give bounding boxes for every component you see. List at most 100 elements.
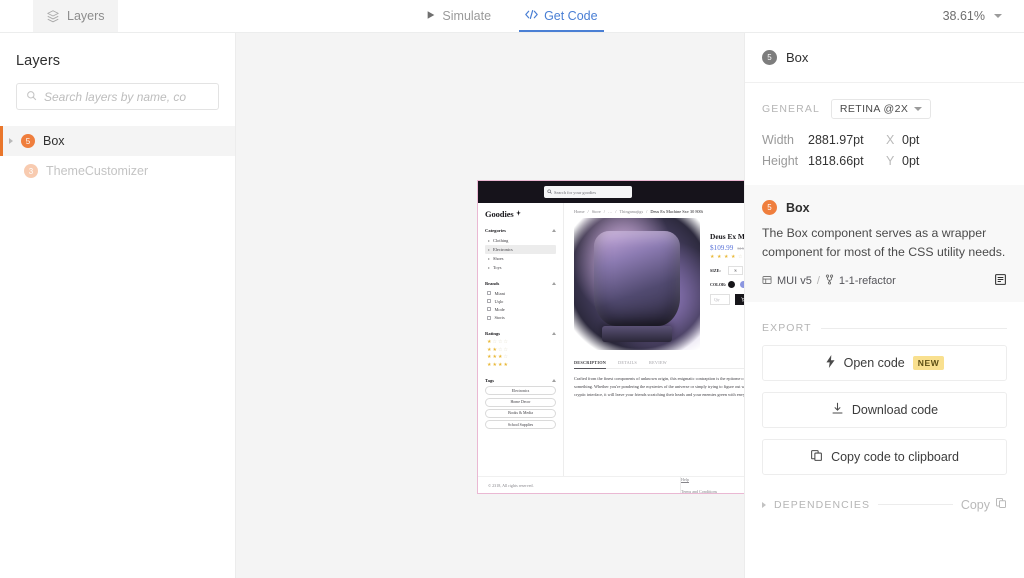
layer-row-box[interactable]: 5 Box (0, 126, 235, 156)
layers-panel: Layers Search layers by name, co 5 Box 3… (0, 33, 236, 578)
search-layers-input[interactable]: Search layers by name, co (16, 83, 219, 110)
shop-search-input[interactable]: Search for your goodies (544, 186, 632, 198)
copy-code-button[interactable]: Copy code to clipboard (762, 439, 1007, 476)
rating-option-2[interactable]: ★ ★ ☆ ☆ (485, 346, 556, 354)
chevron-right-icon[interactable] (9, 138, 13, 144)
color-swatch-blue[interactable] (740, 281, 744, 288)
ratings-section-header[interactable]: Ratings (485, 331, 556, 336)
copy-dependencies-button[interactable]: Copy (961, 497, 1007, 512)
tab-get-code-label: Get Code (544, 9, 598, 23)
star-icon: ★ (487, 339, 492, 346)
star-icon: ☆ (492, 339, 497, 346)
categories-section-header[interactable]: Categories (485, 228, 556, 233)
checkbox-icon[interactable] (487, 315, 491, 320)
color-swatch-black[interactable] (728, 281, 735, 288)
star-icon: ☆ (497, 346, 503, 353)
main-body: Layers Search layers by name, co 5 Box 3… (0, 33, 1024, 578)
brand-item[interactable]: Mode (485, 305, 556, 313)
rating-option-3[interactable]: ★ ★ ★ ☆ (485, 354, 556, 362)
width-value[interactable]: 2881.97pt (808, 133, 886, 147)
breadcrumb-item[interactable]: Thingamajigs (620, 209, 644, 214)
zoom-level-label: 38.61% (942, 9, 985, 23)
copyright-label: © 2318, All rights reserved. (488, 482, 534, 488)
tag-pill[interactable]: School Supplies (485, 420, 556, 430)
checkbox-icon[interactable] (487, 307, 491, 312)
category-item-selected[interactable]: Electronics (485, 245, 556, 254)
size-option-s[interactable]: S (728, 266, 743, 275)
tab-description[interactable]: DESCRIPTION (574, 360, 607, 369)
brand-item[interactable]: Uqlo (485, 297, 556, 305)
checkbox-icon[interactable] (487, 291, 491, 296)
download-code-button[interactable]: Download code (762, 392, 1007, 429)
chevron-up-icon[interactable] (552, 229, 556, 232)
artboard-preview[interactable]: Search for your goodies Goodies Categori… (477, 180, 744, 494)
top-tabs: Simulate Get Code (0, 0, 1024, 32)
breadcrumb-ellipsis[interactable]: … (608, 209, 612, 214)
layers-tab[interactable]: Layers (33, 0, 118, 32)
chevron-down-icon[interactable] (994, 14, 1002, 18)
cart-icon (741, 296, 744, 303)
help-link[interactable]: Help (681, 477, 744, 482)
rating-option-4[interactable]: ★ ★ ★ ★ (485, 362, 556, 370)
shop-logo-label: Goodies (485, 209, 514, 219)
height-value[interactable]: 1818.66pt (808, 154, 886, 168)
shop-logo[interactable]: Goodies (485, 209, 556, 219)
rating-option-1[interactable]: ★ ☆ ☆ ☆ (485, 339, 556, 347)
design-canvas[interactable]: Search for your goodies Goodies Categori… (236, 33, 744, 578)
y-value[interactable]: 0pt (902, 154, 919, 168)
chevron-up-icon[interactable] (552, 331, 556, 335)
product-price: $109.99 (710, 244, 734, 252)
chevron-up-icon[interactable] (552, 282, 556, 285)
category-item[interactable]: Clothing (485, 236, 556, 245)
star-icon: ★ (492, 354, 497, 361)
layer-label: ThemeCustomizer (46, 164, 149, 178)
height-row: Height 1818.66pt Y 0pt (762, 150, 1007, 171)
dependencies-section[interactable]: DEPENDENCIES Copy (745, 497, 1024, 512)
tag-pill[interactable]: Books & Media (485, 408, 556, 419)
component-meta-row: MUI v5 / 1-1-refactor (762, 273, 1007, 289)
size-selector: SIZE: S M (710, 266, 744, 275)
breadcrumb-item[interactable]: Home (574, 209, 585, 214)
document-icon[interactable] (994, 273, 1007, 289)
shop-search-placeholder: Search for your goodies (554, 189, 597, 195)
chevron-up-icon[interactable] (552, 379, 556, 383)
add-to-cart-button[interactable]: ADD TO CART (735, 294, 744, 305)
checkbox-icon[interactable] (487, 299, 491, 304)
tags-section-header[interactable]: Tags (485, 378, 556, 383)
tag-pill[interactable]: Home Decor (485, 397, 556, 407)
library-label: MUI v5 (777, 275, 812, 288)
brands-section-header[interactable]: Brands (485, 281, 556, 286)
breadcrumb-item[interactable]: Store (592, 209, 601, 214)
brand-item[interactable]: Miani (485, 289, 556, 297)
layer-row-themecustomizer[interactable]: 3 ThemeCustomizer (0, 156, 235, 186)
star-icon: ★ (497, 361, 503, 368)
star-icon: ☆ (503, 339, 508, 346)
tab-simulate[interactable]: Simulate (420, 0, 497, 32)
copy-code-label: Copy code to clipboard (831, 450, 959, 465)
layers-search-wrap: Search layers by name, co (0, 69, 235, 110)
brand-item[interactable]: Storis (485, 314, 556, 322)
chevron-right-icon[interactable] (762, 501, 766, 508)
layer-label: Box (43, 134, 65, 148)
quantity-input[interactable]: Qty (710, 294, 730, 305)
x-label: X (886, 132, 895, 147)
open-code-button[interactable]: Open code NEW (762, 345, 1007, 382)
category-item[interactable]: Shoes (485, 254, 556, 263)
height-label: Height (762, 153, 799, 168)
x-value[interactable]: 0pt (902, 133, 919, 147)
tab-details[interactable]: DETAILS (618, 360, 637, 368)
export-section: EXPORT Open code NEW Download code Copy … (745, 302, 1024, 476)
zoom-control[interactable]: 38.61% (943, 0, 1002, 32)
chevron-down-icon (914, 107, 923, 111)
resolution-dropdown[interactable]: RETINA @2X (830, 99, 932, 119)
category-item[interactable]: Toys (485, 263, 556, 272)
star-icon: ★ (503, 361, 508, 368)
tab-review[interactable]: REVIEW (649, 360, 667, 368)
terms-link[interactable]: Terms and Conditions (681, 489, 744, 494)
brands-label: Brands (485, 281, 500, 286)
branch-label: 1-1-refactor (838, 275, 896, 288)
tag-pill[interactable]: Electronics (485, 386, 556, 396)
star-icon: ★ (487, 346, 492, 353)
cart-row: Qty ADD TO CART (710, 294, 744, 305)
tab-get-code[interactable]: Get Code (519, 0, 604, 32)
